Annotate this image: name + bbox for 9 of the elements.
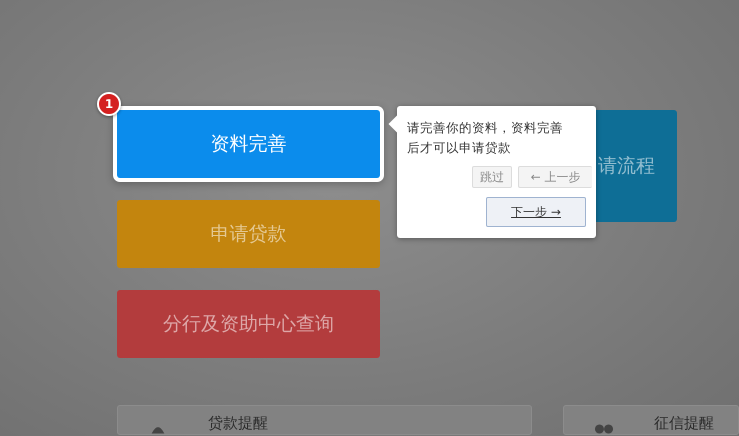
skip-button[interactable]: 跳过 [472, 166, 512, 188]
card-title: 贷款提醒 [208, 413, 268, 433]
card-title: 征信提醒 [654, 413, 714, 433]
previous-button[interactable]: ← 上一步 [518, 166, 592, 188]
menu-tile[interactable]: 资料完善 [117, 110, 380, 178]
menu-tile[interactable]: 申请贷款 [117, 200, 380, 268]
next-button[interactable]: 下一步 → [486, 197, 586, 227]
step-badge: 1 [97, 92, 121, 116]
menu-tile[interactable]: 分行及资助中心查询 [117, 290, 380, 358]
